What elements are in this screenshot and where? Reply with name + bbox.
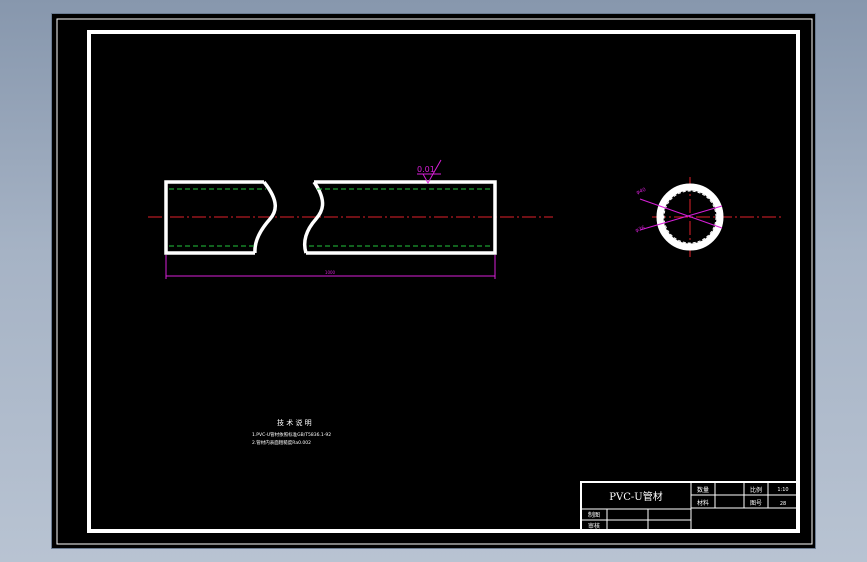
outer-frame	[56, 18, 813, 545]
outer-diameter-text: φ40	[636, 187, 647, 196]
title-block	[580, 481, 799, 532]
title-block-name: PVC-U管材	[609, 490, 662, 503]
drawn-by-label: 制图	[588, 511, 600, 519]
notes-line-1: 1.PVC-U管材依照标准GB/T5836.1-92	[252, 431, 331, 438]
quantity-label: 数量	[697, 486, 709, 494]
cad-drawing: 1000 0.01 φ40 φ36 技 术 说 明 1.PVC-U管材依照标准G…	[56, 18, 813, 545]
pipe-end-view	[639, 177, 782, 257]
scale-value: 1:10	[777, 487, 788, 493]
checked-by-label: 审核	[588, 522, 600, 530]
drawing-no-value: 28	[780, 501, 786, 507]
drawing-no-label: 图号	[750, 500, 762, 507]
length-dim-text: 1000	[325, 270, 336, 275]
inner-diameter-text: φ36	[635, 225, 646, 234]
inner-frame	[87, 30, 800, 533]
notes-line-2: 2.管材内表面粗糙度Ra0.002	[252, 439, 311, 446]
drawing-sheet: 1000 0.01 φ40 φ36 技 术 说 明 1.PVC-U管材依照标准G…	[51, 13, 816, 549]
length-dimension	[165, 255, 496, 279]
material-label: 材料	[697, 499, 709, 507]
notes-heading: 技 术 说 明	[277, 418, 312, 427]
scale-label: 比例	[750, 486, 762, 494]
tolerance-text: 0.01	[417, 165, 435, 174]
